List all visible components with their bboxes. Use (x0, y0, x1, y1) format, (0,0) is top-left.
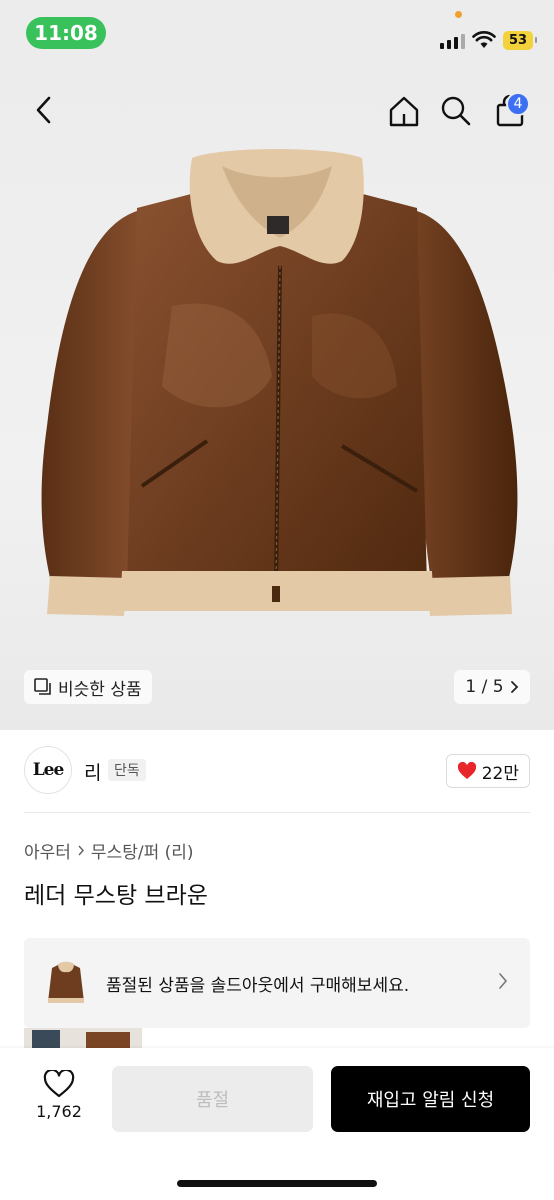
breadcrumb-subcategory[interactable]: 무스탕/퍼 (리) (91, 838, 194, 863)
search-button[interactable] (438, 92, 474, 130)
restock-alert-button[interactable]: 재입고 알림 신청 (331, 1066, 530, 1132)
soldout-promo-banner[interactable]: 품절된 상품을 솔드아웃에서 구매해보세요. (24, 938, 530, 1028)
home-indicator (177, 1180, 377, 1187)
status-bar: 11:08 53 (0, 0, 554, 66)
image-pager[interactable]: 1 / 5 (454, 670, 530, 704)
product-image (41, 149, 518, 616)
brand-row: Lee 리 단독 22만 (24, 746, 530, 794)
cart-count-badge: 4 (506, 92, 530, 116)
home-button[interactable] (386, 92, 422, 130)
battery-indicator: 53 (503, 31, 537, 50)
product-image-carousel[interactable]: 4 비슷한 상품 1 / 5 (0, 66, 554, 730)
exclusive-tag: 단독 (108, 759, 146, 781)
wishlist-count: 1,762 (36, 1102, 82, 1121)
breadcrumb-category[interactable]: 아우터 (24, 838, 71, 863)
copy-squares-icon (34, 678, 51, 695)
brand-like-button[interactable]: 22만 (445, 754, 530, 788)
similar-products-button[interactable]: 비슷한 상품 (24, 670, 152, 704)
search-icon (441, 96, 471, 126)
privacy-indicator-dot (455, 11, 462, 18)
detail-image-strip (24, 1028, 142, 1050)
similar-products-label: 비슷한 상품 (58, 679, 142, 700)
brand-name[interactable]: 리 (84, 758, 101, 785)
chevron-left-icon (36, 96, 51, 124)
divider (24, 812, 530, 813)
product-title: 레더 무스탕 브라운 (24, 883, 208, 909)
image-pager-text: 1 / 5 (465, 677, 504, 697)
chevron-right-icon (510, 681, 518, 693)
soldout-banner-text: 품절된 상품을 솔드아웃에서 구매해보세요. (106, 976, 410, 996)
brand-logo[interactable]: Lee (24, 746, 72, 794)
heart-filled-icon (457, 762, 476, 779)
soldout-thumbnail (48, 961, 84, 1003)
chevron-right-icon (499, 973, 508, 989)
cellular-signal-icon (440, 34, 465, 49)
heart-outline-icon (43, 1070, 75, 1098)
bottom-action-bar: 1,762 품절 재입고 알림 신청 (0, 1048, 554, 1200)
wishlist-button[interactable]: 1,762 (28, 1070, 90, 1130)
brand-like-count: 22만 (481, 763, 519, 784)
soldout-button: 품절 (112, 1066, 313, 1132)
home-icon (389, 96, 419, 127)
wifi-icon (472, 31, 496, 48)
chevron-right-icon (78, 845, 84, 856)
breadcrumb: 아우터 무스탕/퍼 (리) (24, 838, 194, 863)
back-button[interactable] (26, 92, 62, 128)
status-time: 11:08 (26, 17, 106, 49)
